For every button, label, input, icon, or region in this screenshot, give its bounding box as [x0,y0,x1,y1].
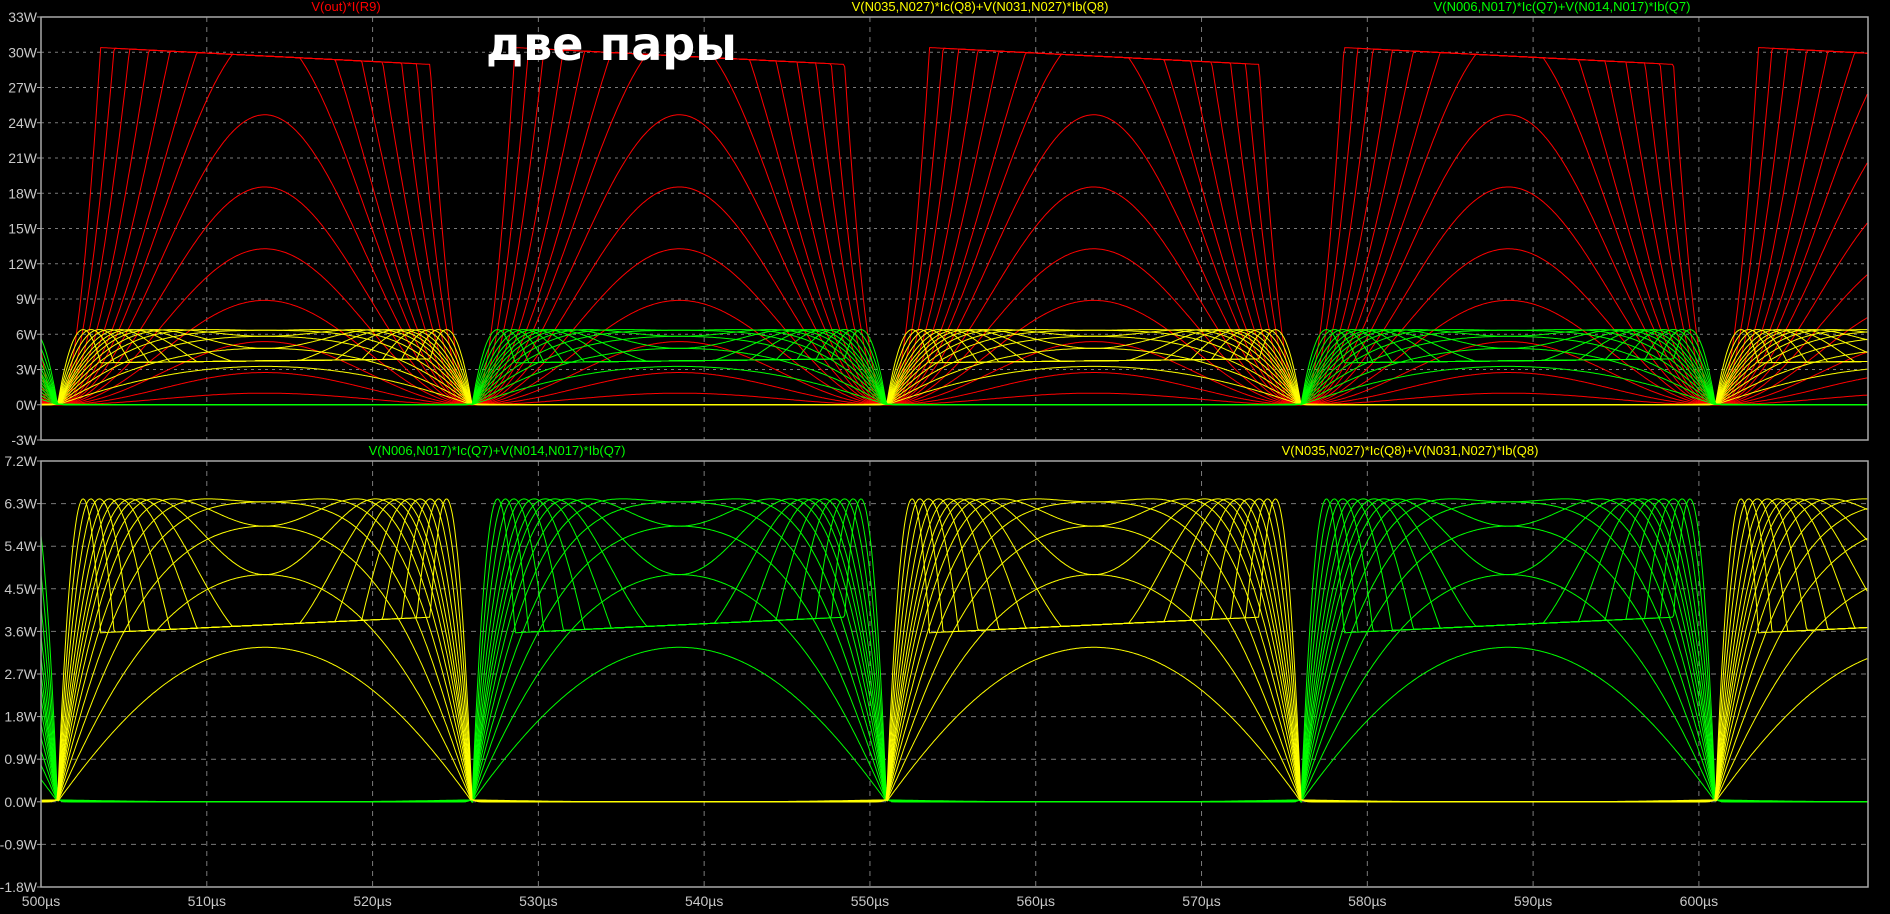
trace-yellow [41,646,1868,803]
trace-green [41,498,1868,804]
y-tick-label: 0W [16,397,38,413]
x-tick-label: 580µs [1348,893,1386,909]
traces [41,498,1868,804]
trace-green [41,498,1868,804]
y-tick-label: -1.8W [0,879,38,895]
trace-green [41,498,1868,804]
trace-label-q8-power-bottom[interactable]: V(N035,N027)*Ic(Q8)+V(N031,N027)*Ib(Q8) [1282,443,1539,458]
x-tick-label: 570µs [1182,893,1220,909]
x-tick-label: 560µs [1017,893,1055,909]
x-tick-label: 520µs [353,893,391,909]
x-tick-label: 550µs [851,893,889,909]
waveform-viewer[interactable]: -3W 0W 3W 6W 9W 12W 15W 18W 21W 24W 27W 30W 33W 500µ… [0,0,1890,914]
trace-yellow [41,498,1868,803]
trace-label-q7-power-bottom[interactable]: V(N006,N017)*Ic(Q7)+V(N014,N017)*Ib(Q7) [369,443,626,458]
annotation-text: две пары [486,17,737,71]
trace-red [41,392,1868,406]
trace-yellow [41,498,1868,803]
y-tick-label: 1.8W [4,709,37,725]
y-tick-label: 12W [8,256,38,272]
trace-yellow [41,498,1868,803]
y-tick-label: 0.0W [4,794,37,810]
x-tick-label: 600µs [1680,893,1718,909]
trace-red [41,372,1868,406]
y-tick-label: -3W [11,432,37,448]
y-tick-label: 2.7W [4,666,37,682]
top-plot-pane[interactable]: -3W 0W 3W 6W 9W 12W 15W 18W 21W 24W 27W 30W 33W [8,9,1869,448]
y-tick-label: 15W [8,221,38,237]
trace-yellow [41,498,1868,803]
trace-yellow [41,525,1868,803]
trace-green [41,501,1868,803]
x-tick-label: 510µs [188,893,226,909]
trace-yellow [41,498,1868,803]
y-tick-label: 3W [16,362,38,378]
traces [41,47,1868,406]
trace-yellow [41,498,1868,803]
trace-red [41,248,1868,406]
y-tick-label: -0.9W [0,836,38,852]
x-tick-label: 590µs [1514,893,1552,909]
y-tick-label: 4.5W [4,581,37,597]
trace-yellow [41,498,1868,803]
trace-green [41,574,1868,803]
trace-yellow [41,501,1868,803]
trace-green [41,498,1868,804]
y-tick-label: 33W [8,9,38,25]
trace-green [41,525,1868,803]
trace-green [41,498,1868,804]
trace-label-q8-power-top[interactable]: V(N035,N027)*Ic(Q8)+V(N031,N027)*Ib(Q8) [852,0,1109,14]
trace-yellow [41,498,1868,803]
trace-green [41,498,1868,804]
y-tick-label: 3.6W [4,623,37,639]
x-tick-label: 540µs [685,893,723,909]
trace-label-output-power[interactable]: V(out)*I(R9) [311,0,380,14]
y-tick-label: 6W [16,326,38,342]
y-tick-label: 9W [16,291,38,307]
y-tick-label: 6.3W [4,496,37,512]
x-tick-label: 500µs [22,893,60,909]
y-tick-label: 0.9W [4,751,37,767]
trace-green [41,498,1868,804]
trace-yellow [41,498,1868,803]
trace-label-q7-power-top[interactable]: V(N006,N017)*Ic(Q7)+V(N014,N017)*Ib(Q7) [1434,0,1691,14]
trace-green [41,646,1868,803]
y-tick-label: 21W [8,150,38,166]
trace-green [41,498,1868,804]
trace-yellow [41,498,1868,803]
bottom-plot-pane[interactable]: 500µs 510µs 520µs 530µs 540µs 550µs 560µs 570µs… [0,453,1869,909]
y-tick-label: 5.4W [4,538,37,554]
trace-green [41,498,1868,804]
y-tick-label: 24W [8,115,38,131]
y-tick-label: 7.2W [4,453,37,469]
x-tick-label: 530µs [519,893,557,909]
y-tick-label: 18W [8,185,38,201]
y-tick-label: 27W [8,80,38,96]
y-tick-label: 30W [8,44,38,60]
trace-green [41,498,1868,804]
